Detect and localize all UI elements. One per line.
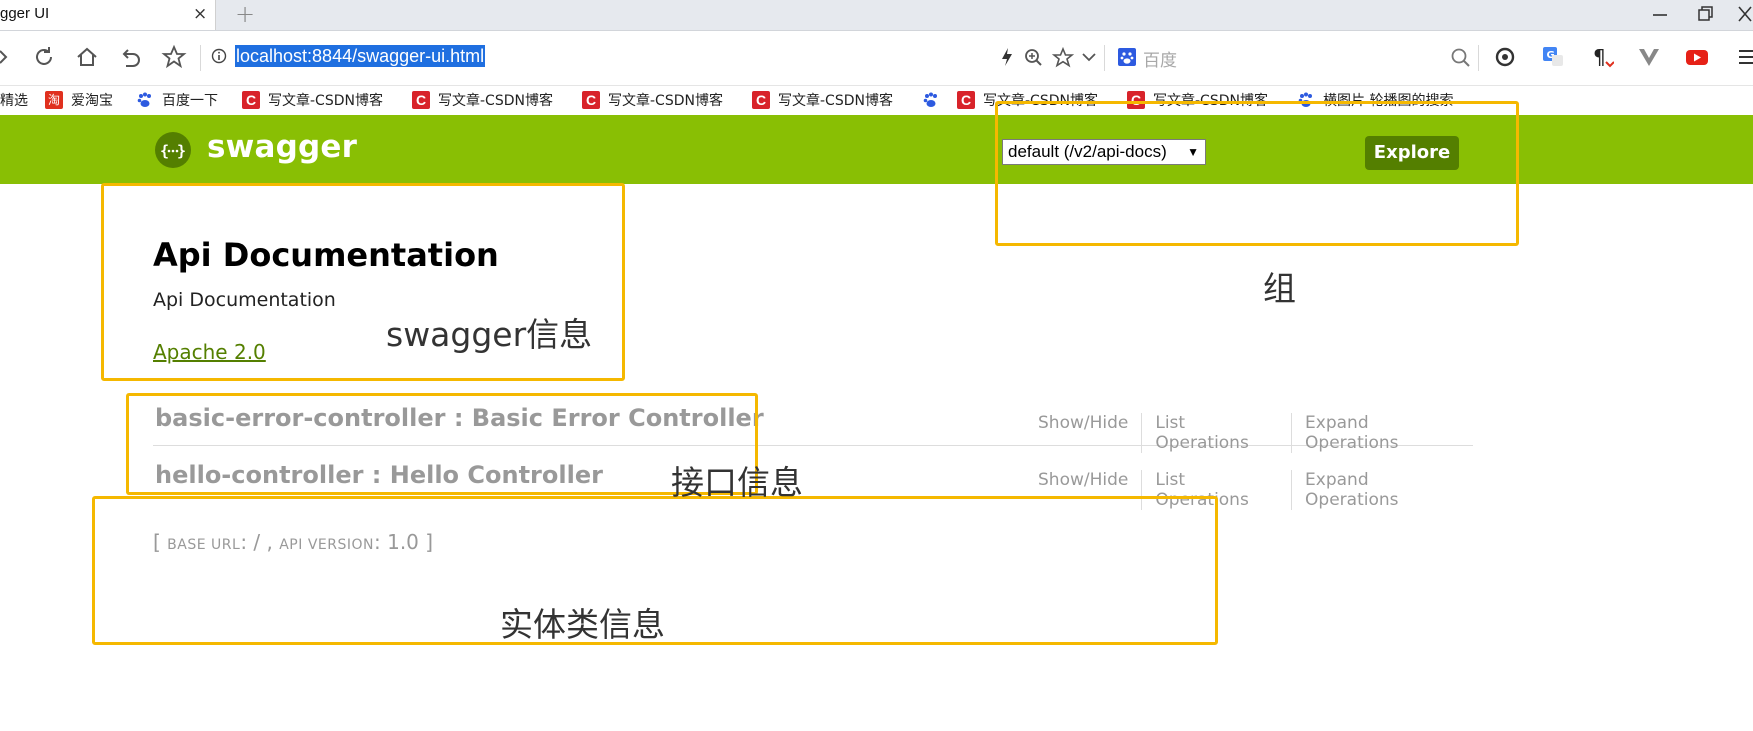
- home-icon[interactable]: [73, 43, 101, 71]
- bookmark-label: 写文章-CSDN博客: [268, 93, 383, 109]
- window-restore-button[interactable]: [1685, 2, 1725, 28]
- search-input[interactable]: 百度: [1143, 46, 1177, 71]
- baidu-search-icon[interactable]: [1117, 47, 1137, 67]
- window-minimize-button[interactable]: [1640, 2, 1680, 28]
- lightning-icon[interactable]: [996, 45, 1018, 69]
- zoom-icon[interactable]: [1022, 45, 1044, 69]
- bookmark-item[interactable]: C 写文章-CSDN博客: [752, 89, 893, 111]
- youtube-extension-icon[interactable]: [1684, 44, 1710, 70]
- chevron-down-icon[interactable]: [1078, 45, 1100, 69]
- browser-tab-bar: gger UI × +: [0, 0, 1753, 31]
- browser-toolbar: localhost:8844/swagger-ui.html 百度 G ¶: [0, 31, 1753, 86]
- bookmark-item[interactable]: C 写文章-CSDN博客: [242, 89, 383, 111]
- annotation-label-swagger-info: swagger信息: [386, 315, 593, 354]
- tab-title: gger UI: [0, 5, 50, 22]
- bookmark-item[interactable]: C 写文章-CSDN博客: [412, 89, 553, 111]
- csdn-icon: C: [752, 91, 770, 109]
- browser-tab[interactable]: gger UI ×: [0, 0, 216, 30]
- info-icon[interactable]: [211, 48, 227, 64]
- show-hide-link[interactable]: Show/Hide: [1038, 413, 1141, 453]
- tab-close-icon[interactable]: ×: [193, 4, 207, 24]
- reload-icon[interactable]: [30, 43, 58, 71]
- window-close-button[interactable]: [1725, 2, 1753, 28]
- expand-operations-link[interactable]: Expand Operations: [1291, 470, 1473, 510]
- csdn-icon: C: [957, 91, 975, 109]
- undo-icon[interactable]: [116, 43, 144, 71]
- bookmark-label: 写文章-CSDN博客: [778, 93, 893, 109]
- annotation-label-interface-info: 接口信息: [671, 463, 803, 502]
- bookmark-item[interactable]: 淘 爱淘宝: [45, 89, 113, 111]
- bookmark-label: 爱淘宝: [71, 93, 113, 109]
- paragraph-extension-icon[interactable]: ¶: [1588, 44, 1614, 70]
- controller-operations: Show/Hide List Operations Expand Operati…: [1038, 413, 1473, 453]
- swagger-brand[interactable]: swagger: [207, 129, 357, 165]
- forward-icon[interactable]: [0, 43, 18, 71]
- bookmark-label: 百度一下: [162, 93, 218, 109]
- annotation-label-entity-info: 实体类信息: [500, 605, 665, 644]
- svg-text:¶: ¶: [1593, 45, 1606, 69]
- baidu-paw-icon: [137, 92, 151, 107]
- bookmark-label: 写文章-CSDN博客: [438, 93, 553, 109]
- sync-extension-icon[interactable]: [1492, 44, 1518, 70]
- toolbar-separator: [1104, 45, 1105, 71]
- bookmark-item[interactable]: 精选: [0, 89, 28, 111]
- bookmark-label: 精选: [0, 93, 28, 109]
- csdn-icon: C: [582, 91, 600, 109]
- taobao-icon: 淘: [45, 91, 63, 109]
- toolbar-separator: [1478, 45, 1479, 71]
- annotation-box-group: [995, 101, 1519, 246]
- bookmark-item[interactable]: [922, 89, 948, 111]
- svg-text:{: {: [160, 142, 169, 160]
- vue-extension-icon[interactable]: [1636, 44, 1662, 70]
- new-tab-button[interactable]: +: [235, 0, 255, 28]
- list-operations-link[interactable]: List Operations: [1141, 413, 1291, 453]
- csdn-icon: C: [412, 91, 430, 109]
- translate-extension-icon[interactable]: G: [1540, 44, 1566, 70]
- swagger-logo-icon: { }: [155, 132, 191, 168]
- bookmark-label: 写文章-CSDN博客: [608, 93, 723, 109]
- annotation-label-group: 组: [1263, 269, 1296, 308]
- expand-operations-link[interactable]: Expand Operations: [1291, 413, 1473, 453]
- bookmark-item[interactable]: C 写文章-CSDN博客: [582, 89, 723, 111]
- menu-icon[interactable]: [1735, 44, 1753, 70]
- csdn-icon: C: [242, 91, 260, 109]
- annotation-box-interface-info: [126, 393, 758, 495]
- bookmark-star-icon[interactable]: [1052, 45, 1074, 69]
- toolbar-separator: [200, 45, 201, 71]
- search-icon[interactable]: [1450, 45, 1472, 69]
- bookmark-item[interactable]: 百度一下: [136, 89, 218, 111]
- address-bar-url[interactable]: localhost:8844/swagger-ui.html: [235, 45, 486, 67]
- baidu-paw-icon: [923, 92, 937, 107]
- svg-text:}: }: [177, 142, 186, 160]
- star-icon[interactable]: [160, 43, 188, 71]
